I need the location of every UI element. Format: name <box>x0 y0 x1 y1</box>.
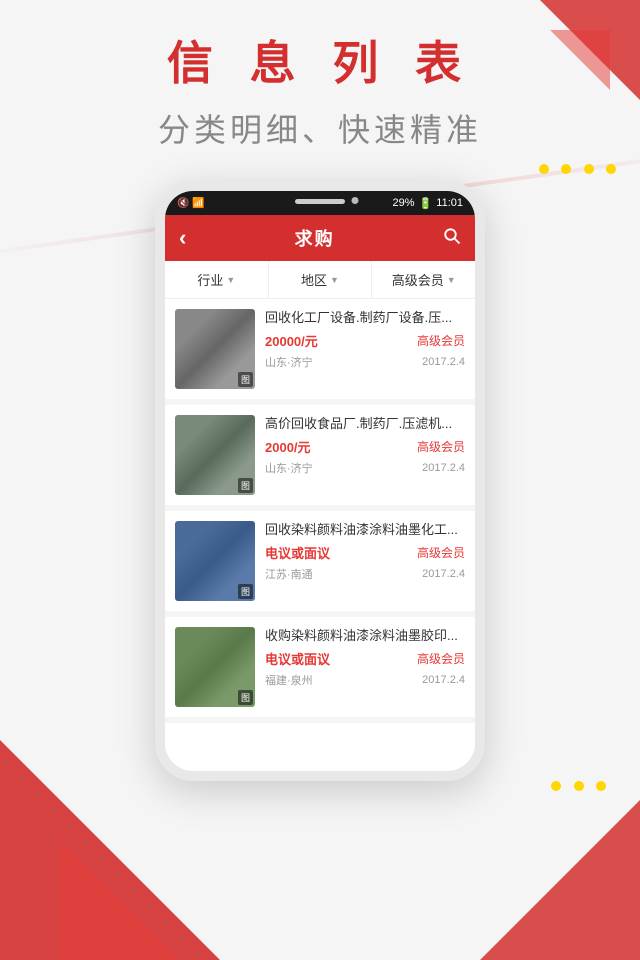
item-meta-row: 山东·济宁 2017.2.4 <box>265 460 465 476</box>
item-price: 2000/元 <box>265 437 311 456</box>
list-item[interactable]: 图 回收化工厂设备.制药厂设备.压... 20000/元 高级会员 山东·济宁 … <box>165 299 475 399</box>
filter-member-arrow: ▼ <box>447 275 456 285</box>
phone-screen: 🔇 📶 29% 🔋 11:01 ‹ 求购 行业 ▼ <box>155 181 485 781</box>
time: 11:01 <box>436 197 463 209</box>
phone-mockup: 🔇 📶 29% 🔋 11:01 ‹ 求购 行业 ▼ <box>0 181 640 781</box>
list-item[interactable]: 图 收购染料颜料油漆涂料油墨胶印... 电议或面议 高级会员 福建·泉州 201… <box>165 617 475 717</box>
search-button[interactable] <box>443 227 461 250</box>
back-button[interactable]: ‹ <box>179 227 186 249</box>
item-meta-row: 江苏·南通 2017.2.4 <box>265 566 465 582</box>
item-meta-row: 山东·济宁 2017.2.4 <box>265 354 465 370</box>
filter-industry-label: 行业 <box>197 270 223 289</box>
list-item[interactable]: 图 回收染料颜料油漆涂料油墨化工... 电议或面议 高级会员 江苏·南通 201… <box>165 511 475 611</box>
item-price-row: 20000/元 高级会员 <box>265 331 465 350</box>
item-badge: 高级会员 <box>417 332 465 349</box>
item-location: 山东·济宁 <box>265 460 313 476</box>
filter-bar: 行业 ▼ 地区 ▼ 高级会员 ▼ <box>165 261 475 299</box>
image-label: 图 <box>238 478 253 493</box>
image-label: 图 <box>238 372 253 387</box>
item-image: 图 <box>175 415 255 495</box>
filter-member[interactable]: 高级会员 ▼ <box>372 261 475 298</box>
item-price-row: 2000/元 高级会员 <box>265 437 465 456</box>
item-badge: 高级会员 <box>417 650 465 667</box>
item-content: 回收化工厂设备.制药厂设备.压... 20000/元 高级会员 山东·济宁 20… <box>265 309 465 389</box>
item-badge: 高级会员 <box>417 544 465 561</box>
item-meta-row: 福建·泉州 2017.2.4 <box>265 672 465 688</box>
item-date: 2017.2.4 <box>422 356 465 368</box>
item-date: 2017.2.4 <box>422 462 465 474</box>
item-price-row: 电议或面议 高级会员 <box>265 543 465 562</box>
image-label: 图 <box>238 584 253 599</box>
item-price: 电议或面议 <box>265 649 330 668</box>
list-item[interactable]: 图 高价回收食品厂.制药厂.压滤机... 2000/元 高级会员 山东·济宁 2… <box>165 405 475 505</box>
item-content: 高价回收食品厂.制药厂.压滤机... 2000/元 高级会员 山东·济宁 201… <box>265 415 465 495</box>
list-container: 图 回收化工厂设备.制药厂设备.压... 20000/元 高级会员 山东·济宁 … <box>165 299 475 723</box>
status-left: 🔇 📶 <box>177 198 205 209</box>
item-image: 图 <box>175 627 255 707</box>
page-title: 信 息 列 表 <box>0 36 640 91</box>
item-image: 图 <box>175 309 255 389</box>
item-title: 回收化工厂设备.制药厂设备.压... <box>265 309 465 327</box>
status-right: 29% 🔋 11:01 <box>393 197 463 210</box>
header-title: 求购 <box>295 225 335 251</box>
item-badge: 高级会员 <box>417 438 465 455</box>
battery-icon: 🔋 <box>419 197 433 210</box>
filter-member-label: 高级会员 <box>392 270 444 289</box>
item-location: 山东·济宁 <box>265 354 313 370</box>
image-label: 图 <box>238 690 253 705</box>
item-image: 图 <box>175 521 255 601</box>
item-title: 高价回收食品厂.制药厂.压滤机... <box>265 415 465 433</box>
filter-region-arrow: ▼ <box>330 275 339 285</box>
item-price-row: 电议或面议 高级会员 <box>265 649 465 668</box>
page-subtitle: 分类明细、快速精准 <box>0 105 640 151</box>
app-header: ‹ 求购 <box>165 215 475 261</box>
filter-industry-arrow: ▼ <box>226 275 235 285</box>
item-title: 回收染料颜料油漆涂料油墨化工... <box>265 521 465 539</box>
phone-speaker <box>295 199 345 204</box>
item-date: 2017.2.4 <box>422 674 465 686</box>
filter-industry[interactable]: 行业 ▼ <box>165 261 269 298</box>
item-date: 2017.2.4 <box>422 568 465 580</box>
filter-region-label: 地区 <box>301 270 327 289</box>
item-location: 福建·泉州 <box>265 672 313 688</box>
item-location: 江苏·南通 <box>265 566 313 582</box>
battery-text: 29% <box>393 197 415 209</box>
phone-camera <box>352 197 359 204</box>
item-price: 电议或面议 <box>265 543 330 562</box>
filter-region[interactable]: 地区 ▼ <box>269 261 373 298</box>
item-content: 回收染料颜料油漆涂料油墨化工... 电议或面议 高级会员 江苏·南通 2017.… <box>265 521 465 601</box>
item-title: 收购染料颜料油漆涂料油墨胶印... <box>265 627 465 645</box>
item-content: 收购染料颜料油漆涂料油墨胶印... 电议或面议 高级会员 福建·泉州 2017.… <box>265 627 465 707</box>
item-price: 20000/元 <box>265 331 318 350</box>
